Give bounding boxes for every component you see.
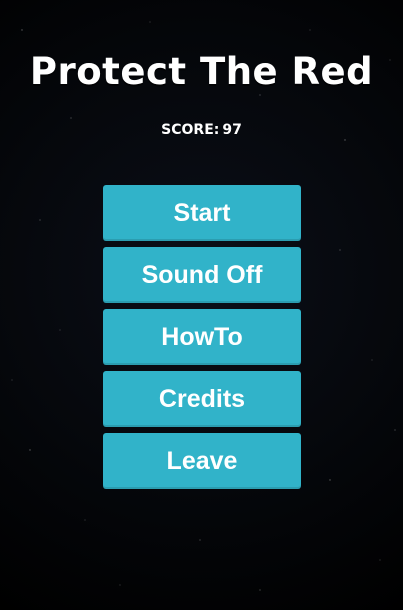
- score-label: SCORE:: [161, 122, 220, 138]
- sound-toggle-button[interactable]: Sound Off: [103, 247, 301, 303]
- credits-button[interactable]: Credits: [103, 371, 301, 427]
- howto-button[interactable]: HowTo: [103, 309, 301, 365]
- game-screen: Protect The Red SCORE: 97 Start Sound Off…: [0, 0, 403, 610]
- score-display: SCORE: 97: [0, 121, 403, 139]
- main-menu: Start Sound Off HowTo Credits Leave: [103, 185, 301, 495]
- score-value: 97: [222, 122, 242, 138]
- start-button[interactable]: Start: [103, 185, 301, 241]
- leave-button[interactable]: Leave: [103, 433, 301, 489]
- game-title: Protect The Red: [29, 50, 374, 93]
